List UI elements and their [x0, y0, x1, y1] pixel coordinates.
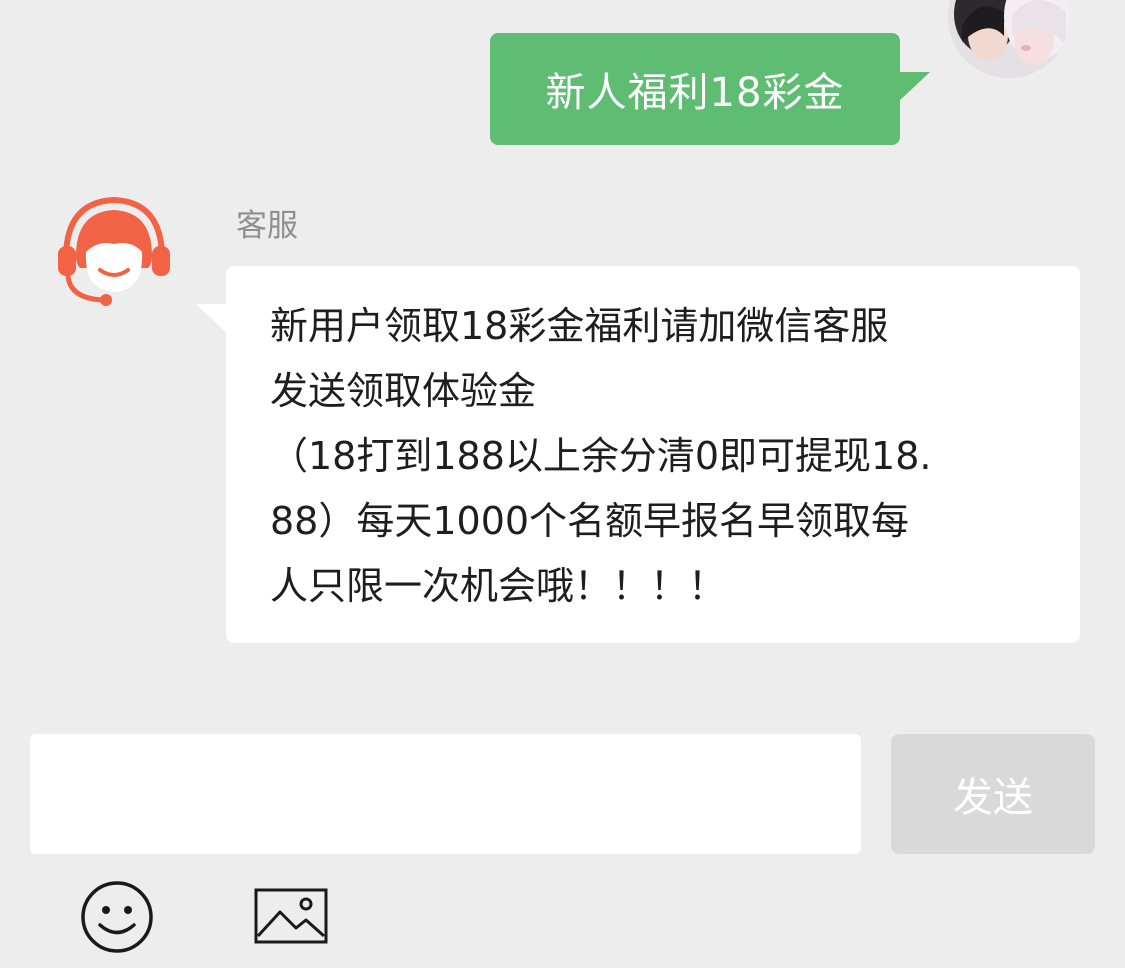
chat-screen: 新人福利18彩金 客服 新用户领取18彩金福利请加微信客服 发送领取体验金 （1… — [0, 0, 1125, 968]
smiley-icon[interactable] — [80, 880, 154, 954]
incoming-message-line: 人只限一次机会哦！！！！ — [270, 564, 727, 608]
outgoing-message-text: 新人福利18彩金 — [545, 70, 845, 116]
image-icon-graphic — [254, 888, 328, 944]
user-avatar-image — [948, 0, 1070, 78]
outgoing-bubble-tail — [898, 72, 930, 102]
smiley-icon-graphic — [81, 881, 153, 953]
send-button-label: 发送 — [953, 775, 1033, 821]
outgoing-message-row: 新人福利18彩金 — [0, 0, 1125, 160]
incoming-message-line: 88）每天1000个名额早报名早领取每 — [270, 499, 910, 543]
incoming-message-line: 新用户领取18彩金福利请加微信客服 — [270, 304, 889, 348]
outgoing-message-bubble[interactable]: 新人福利18彩金 — [490, 33, 900, 145]
user-avatar[interactable] — [948, 0, 1070, 78]
incoming-message-bubble[interactable]: 新用户领取18彩金福利请加微信客服 发送领取体验金 （18打到188以上余分清0… — [226, 266, 1080, 643]
customer-service-avatar[interactable] — [56, 194, 172, 310]
incoming-bubble-tail — [196, 304, 228, 334]
sender-name: 客服 — [236, 208, 298, 244]
message-input[interactable] — [30, 734, 861, 854]
headset-agent-icon — [58, 196, 170, 306]
incoming-message-line: 发送领取体验金 — [270, 369, 537, 413]
image-icon[interactable] — [254, 888, 328, 944]
incoming-message-line: （18打到188以上余分清0即可提现18. — [270, 434, 932, 478]
send-button[interactable]: 发送 — [891, 734, 1095, 854]
